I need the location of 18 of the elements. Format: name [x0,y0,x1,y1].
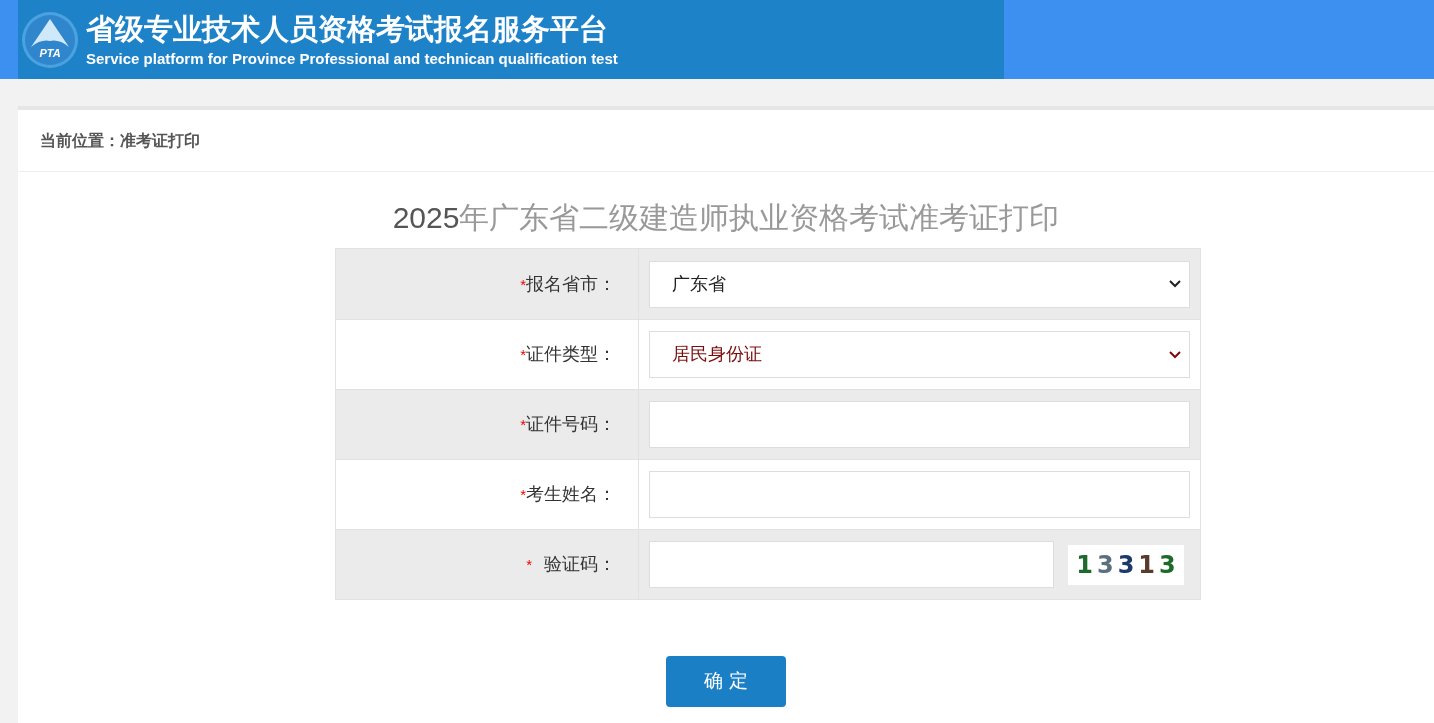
breadcrumb: 当前位置：准考证打印 [40,130,200,151]
confirm-button[interactable]: 确 定 [666,656,786,707]
chevron-down-icon [1169,280,1181,288]
field-label: *证件类型： [520,343,616,366]
field-label: *证件号码： [520,413,616,436]
logo-icon: PTA [21,10,79,69]
site-title: 省级专业技术人员资格考试报名服务平台 [86,11,609,47]
form-title: 2025年广东省二级建造师执业资格考试准考证打印 [392,200,1060,236]
field-label: *报名省市： [520,272,616,296]
dropdown[interactable]: 广东省 [649,260,1190,308]
captcha-field[interactable] [649,541,1054,588]
field-label: *考生姓名： [520,483,616,506]
chevron-down-icon [1169,350,1181,359]
input-field[interactable] [649,401,1190,448]
site-subtitle: Service platform for Province Professional and technican qualification test [86,48,618,69]
field-label: * 验证码： [526,553,616,576]
dropdown[interactable]: 居民身份证 [649,331,1190,378]
input-field[interactable] [649,471,1190,518]
